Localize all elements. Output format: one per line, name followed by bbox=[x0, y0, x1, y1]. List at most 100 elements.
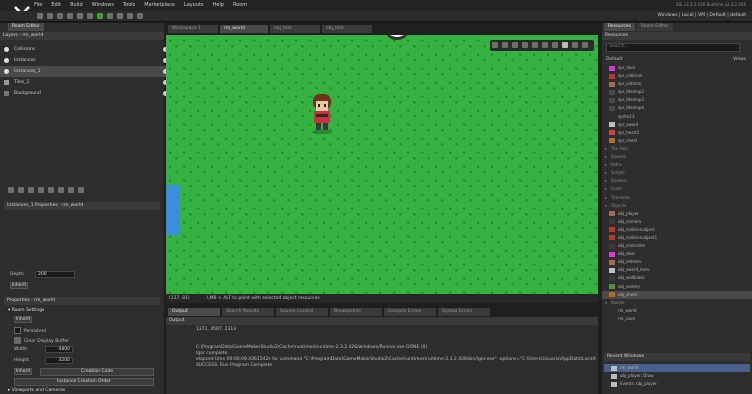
tab-obj_test[interactable]: obj_test bbox=[270, 25, 320, 33]
tab-workspace-1[interactable]: Workspace 1 bbox=[168, 25, 218, 33]
bookmark-icon[interactable] bbox=[582, 42, 588, 48]
target-selector[interactable]: Windows | Local | VM | Default | default bbox=[658, 13, 747, 18]
tab-syntax-errors[interactable]: Syntax Errors bbox=[438, 308, 490, 316]
play-icon[interactable] bbox=[572, 42, 578, 48]
zoom-in-icon[interactable] bbox=[512, 42, 518, 48]
resource-item[interactable]: rm_cave bbox=[602, 315, 752, 323]
default-group-row[interactable]: Default Views bbox=[602, 55, 752, 64]
resource-item[interactable]: obj_enemy bbox=[602, 283, 752, 291]
resource-item[interactable]: spr_sword bbox=[602, 121, 752, 129]
menu-item-edit[interactable]: Edit bbox=[51, 0, 61, 11]
menu-item-help[interactable]: Help bbox=[213, 0, 224, 11]
resource-item[interactable]: obj_camera bbox=[602, 218, 752, 226]
resource-item[interactable]: obj_sword_item bbox=[602, 266, 752, 274]
redo-icon[interactable] bbox=[77, 13, 83, 19]
layer-row[interactable]: Tiles_1 bbox=[0, 77, 174, 88]
add-background-layer-icon[interactable] bbox=[48, 187, 54, 193]
resource-folder[interactable]: Paths bbox=[602, 161, 752, 169]
resource-item[interactable]: obj_controller bbox=[602, 242, 752, 250]
clean-icon[interactable] bbox=[127, 13, 133, 19]
tab-compile-errors[interactable]: Compile Errors bbox=[384, 308, 436, 316]
clear-display-checkbox-box[interactable] bbox=[14, 337, 21, 344]
zoom-reset-icon[interactable] bbox=[532, 42, 538, 48]
depth-input[interactable]: 200 bbox=[35, 271, 75, 278]
delete-layer-icon[interactable] bbox=[68, 187, 74, 193]
menu-item-marketplace[interactable]: Marketplace bbox=[144, 0, 175, 11]
menu-item-file[interactable]: File bbox=[34, 0, 42, 11]
creation-order-button[interactable]: Instance Creation Order bbox=[14, 378, 154, 386]
tab-resources[interactable]: Resources bbox=[604, 23, 635, 31]
resource-item[interactable]: obj_chest bbox=[602, 290, 752, 299]
resource-item[interactable]: spr_tilemap3 bbox=[602, 96, 752, 104]
resource-item[interactable]: obj_wallblock bbox=[602, 274, 752, 282]
height-input[interactable]: 3200 bbox=[45, 357, 73, 364]
tab-obj_title[interactable]: obj_title bbox=[322, 25, 372, 33]
persistent-checkbox[interactable]: Persistent bbox=[14, 327, 46, 334]
tab-search-results[interactable]: Search Results bbox=[222, 308, 274, 316]
add-folder-icon[interactable] bbox=[58, 187, 64, 193]
camera-icon[interactable] bbox=[562, 42, 568, 48]
debug-icon[interactable] bbox=[107, 13, 113, 19]
layer-row[interactable]: Instances_1 bbox=[0, 66, 174, 77]
tab-source-control[interactable]: Source Control bbox=[276, 308, 328, 316]
views-button[interactable]: Views bbox=[733, 55, 746, 64]
open-icon[interactable] bbox=[47, 13, 53, 19]
menu-item-room[interactable]: Room bbox=[233, 0, 247, 11]
resources-search-input[interactable]: Search... bbox=[606, 43, 740, 52]
tab-output[interactable]: Output bbox=[168, 308, 220, 316]
resource-item[interactable]: rm_world bbox=[602, 307, 752, 315]
layer-row[interactable]: Collisions bbox=[0, 44, 174, 55]
tab-rm_world[interactable]: rm_world bbox=[220, 25, 268, 33]
add-tile-layer-icon[interactable] bbox=[18, 187, 24, 193]
room-canvas[interactable] bbox=[166, 35, 598, 294]
layer-settings-icon[interactable] bbox=[78, 187, 84, 193]
run-icon[interactable] bbox=[97, 13, 103, 19]
build-icon[interactable] bbox=[87, 13, 93, 19]
tab-room-editor[interactable]: Room Editor bbox=[8, 23, 44, 31]
recent-window-item[interactable]: Events: obj_player bbox=[604, 380, 750, 388]
resource-folder[interactable]: Sounds bbox=[602, 153, 752, 161]
fullscreen-icon[interactable] bbox=[552, 42, 558, 48]
resource-folder[interactable]: Fonts bbox=[602, 185, 752, 193]
resource-folder[interactable]: Tile Sets bbox=[602, 145, 752, 153]
resource-folder[interactable]: Timelines bbox=[602, 194, 752, 202]
layer-row[interactable]: Instances bbox=[0, 55, 174, 66]
resource-item[interactable]: obj_collisionobject bbox=[602, 226, 752, 234]
resource-item[interactable]: spr_chest bbox=[602, 137, 752, 145]
inherit-button[interactable]: Inherit bbox=[10, 282, 28, 289]
settings-icon[interactable] bbox=[137, 13, 143, 19]
clear-display-checkbox[interactable]: Clear Display Buffer bbox=[14, 337, 69, 344]
add-instance-layer-icon[interactable] bbox=[8, 187, 14, 193]
menu-item-layouts[interactable]: Layouts bbox=[184, 0, 204, 11]
resource-item[interactable]: spr_heart1 bbox=[602, 129, 752, 137]
menu-item-tools[interactable]: Tools bbox=[123, 0, 135, 11]
resource-item[interactable]: obj_player bbox=[602, 210, 752, 218]
resource-item[interactable]: spr_door bbox=[602, 64, 752, 72]
resource-item[interactable]: obj_collisionobject1 bbox=[602, 234, 752, 242]
grid-icon[interactable] bbox=[492, 42, 498, 48]
resource-item[interactable]: spr_tilemap4 bbox=[602, 104, 752, 112]
resource-folder[interactable]: Rooms bbox=[602, 299, 752, 307]
persistent-checkbox-box[interactable] bbox=[14, 327, 21, 334]
tab-breakpoints[interactable]: Breakpoints bbox=[330, 308, 382, 316]
save-icon[interactable] bbox=[57, 13, 63, 19]
stop-icon[interactable] bbox=[117, 13, 123, 19]
zoom-out-icon[interactable] bbox=[502, 42, 508, 48]
inherit-code-button[interactable]: Inherit bbox=[14, 368, 32, 375]
resource-item[interactable]: obj_oldman bbox=[602, 258, 752, 266]
recent-window-item[interactable]: obj_player: Draw bbox=[604, 372, 750, 380]
add-path-layer-icon[interactable] bbox=[28, 187, 34, 193]
resource-item[interactable]: spr_oldman bbox=[602, 80, 752, 88]
snap-icon[interactable] bbox=[542, 42, 548, 48]
menu-item-windows[interactable]: Windows bbox=[92, 0, 114, 11]
tab-room-editor[interactable]: Room Editor bbox=[636, 23, 673, 31]
layer-row[interactable]: Background bbox=[0, 88, 174, 99]
resource-folder[interactable]: Objects bbox=[602, 202, 752, 210]
menu-item-build[interactable]: Build bbox=[70, 0, 83, 11]
resource-item[interactable]: obj_door bbox=[602, 250, 752, 258]
resource-item[interactable]: sprite13 bbox=[602, 113, 752, 121]
room-edge-object[interactable] bbox=[166, 185, 180, 235]
resource-folder[interactable]: Scripts bbox=[602, 169, 752, 177]
resource-item[interactable]: spr_collision bbox=[602, 72, 752, 80]
add-asset-layer-icon[interactable] bbox=[38, 187, 44, 193]
